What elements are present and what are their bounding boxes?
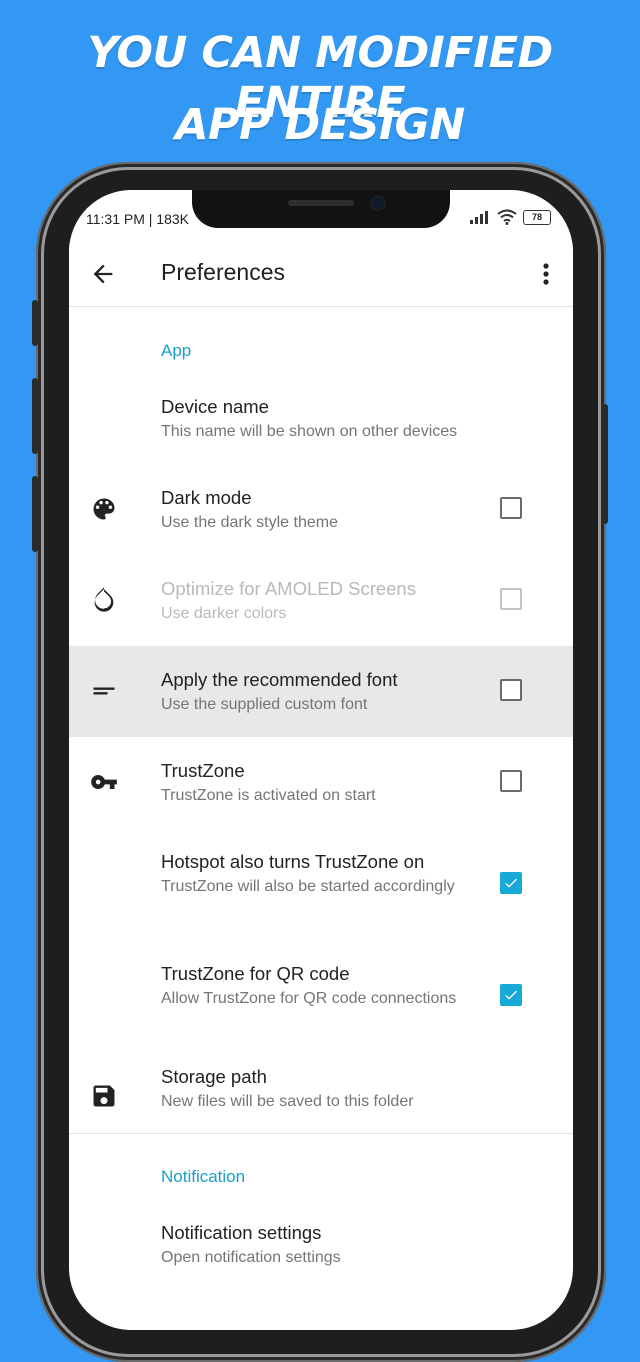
pref-subtitle: Use the supplied custom font [161, 696, 368, 713]
speaker-grille [288, 200, 354, 206]
pref-title: Optimize for AMOLED Screens [161, 578, 416, 599]
pref-title: TrustZone for QR code [161, 963, 350, 984]
pref-subtitle: New files will be saved to this folder [161, 1093, 414, 1110]
wifi-icon [497, 209, 517, 225]
pref-notification-settings[interactable]: Notification settings Open notification … [69, 1207, 573, 1298]
front-camera [372, 197, 384, 209]
pref-subtitle: Use darker colors [161, 605, 287, 622]
amoled-checkbox [500, 588, 522, 610]
dark-mode-checkbox[interactable] [500, 497, 522, 519]
pref-recommended-font[interactable]: Apply the recommended font Use the suppl… [69, 646, 573, 737]
pref-subtitle: This name will be shown on other devices [161, 423, 458, 440]
pref-subtitle: TrustZone will also be started according… [161, 878, 455, 895]
pref-title: Storage path [161, 1066, 267, 1087]
pref-title: Device name [161, 396, 269, 417]
status-time: 11:31 PM | 183K [86, 211, 189, 227]
signal-icon [470, 211, 488, 224]
key-icon [91, 775, 117, 789]
palette-icon [93, 498, 115, 520]
section-header-notification: Notification [161, 1167, 246, 1186]
section-divider [69, 1133, 573, 1134]
phone-side-button [32, 300, 38, 346]
phone-volume-up-button [32, 378, 38, 454]
section-header-app: App [161, 341, 192, 360]
pref-hotspot-trustzone[interactable]: Hotspot also turns TrustZone on TrustZon… [69, 828, 573, 940]
arrow-left-icon[interactable] [89, 260, 117, 288]
phone-screen: 11:31 PM | 183K 78 Preferences App Devic… [69, 190, 573, 1330]
pref-title: Hotspot also turns TrustZone on [161, 851, 425, 872]
pref-device-name[interactable]: Device name This name will be shown on o… [69, 373, 573, 464]
pref-subtitle: TrustZone is activated on start [161, 787, 376, 804]
pref-title: Dark mode [161, 487, 252, 508]
pref-subtitle: Allow TrustZone for QR code connections [161, 990, 457, 1007]
pref-dark-mode[interactable]: Dark mode Use the dark style theme [69, 464, 573, 555]
hotspot-trustzone-checkbox[interactable] [500, 872, 522, 894]
promo-headline-line2: APP DESIGN [175, 100, 465, 150]
pref-title: Apply the recommended font [161, 669, 398, 690]
notch [192, 190, 450, 228]
page-title: Preferences [161, 259, 286, 285]
recommended-font-checkbox[interactable] [500, 679, 522, 701]
status-icons: 78 [469, 209, 551, 225]
more-vertical-icon[interactable] [537, 260, 555, 288]
save-icon [93, 1085, 115, 1107]
pref-title: Notification settings [161, 1222, 322, 1243]
trustzone-checkbox[interactable] [500, 770, 522, 792]
pref-title: TrustZone [161, 760, 245, 781]
pref-subtitle: Open notification settings [161, 1249, 341, 1266]
pref-subtitle: Use the dark style theme [161, 514, 338, 531]
pref-trustzone[interactable]: TrustZone TrustZone is activated on star… [69, 737, 573, 828]
trustzone-qr-checkbox[interactable] [500, 984, 522, 1006]
contrast-drop-icon [94, 587, 114, 612]
pref-trustzone-qr[interactable]: TrustZone for QR code Allow TrustZone fo… [69, 940, 573, 1052]
app-bar: Preferences [69, 242, 573, 307]
phone-power-button [602, 404, 608, 524]
pref-storage-path[interactable]: Storage path New files will be saved to … [69, 1052, 573, 1143]
check-icon [505, 878, 517, 888]
check-icon [505, 990, 517, 1000]
short-text-icon [93, 687, 115, 695]
pref-amoled: Optimize for AMOLED Screens Use darker c… [69, 555, 573, 646]
battery-indicator: 78 [523, 209, 551, 225]
phone-volume-down-button [32, 476, 38, 552]
